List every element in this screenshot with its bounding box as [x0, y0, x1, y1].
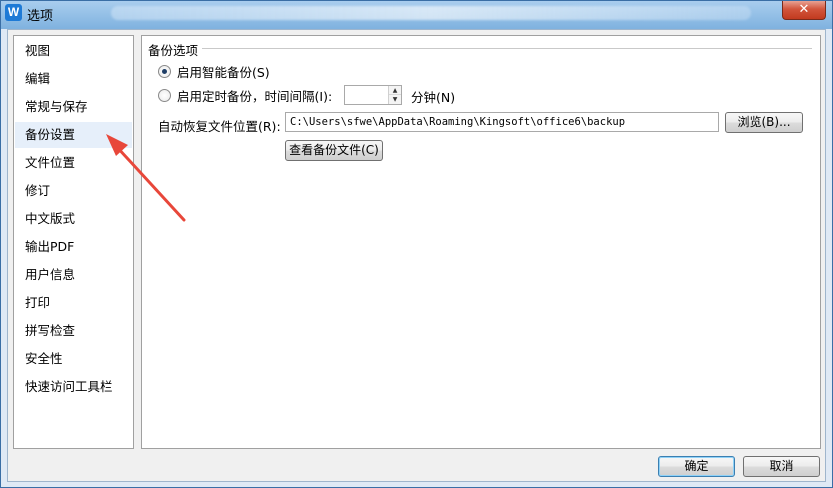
backup-settings-panel: 备份选项 启用智能备份(S) 启用定时备份，时间间隔(I): ▲ ▼ 分钟(N)…: [141, 35, 821, 449]
spin-up-icon[interactable]: ▲: [389, 86, 401, 95]
sidebar-item-quick-access-toolbar[interactable]: 快速访问工具栏: [15, 374, 132, 400]
blurred-title-overlay: [111, 6, 751, 20]
ok-button[interactable]: 确定: [658, 456, 735, 477]
sidebar-item-backup-settings[interactable]: 备份设置: [15, 122, 132, 148]
window-title: 选项: [27, 9, 54, 24]
autorecover-location-label: 自动恢复文件位置(R):: [158, 119, 281, 134]
sidebar-item-security[interactable]: 安全性: [15, 346, 132, 372]
smart-backup-radio[interactable]: [158, 64, 171, 78]
timed-backup-label: 启用定时备份，时间间隔(I):: [177, 88, 333, 104]
view-backup-files-button[interactable]: 查看备份文件(C): [285, 140, 383, 161]
sidebar-item-spell-check[interactable]: 拼写检查: [15, 318, 132, 344]
sidebar-item-print[interactable]: 打印: [15, 290, 132, 316]
sidebar-item-file-locations[interactable]: 文件位置: [15, 150, 132, 176]
minutes-label: 分钟(N): [411, 90, 456, 105]
backup-options-group-title: 备份选项: [148, 40, 202, 59]
dialog-body: 视图 编辑 常规与保存 备份设置 文件位置 修订 中文版式 输出PDF 用户信息…: [7, 29, 826, 482]
sidebar-item-export-pdf[interactable]: 输出PDF: [15, 234, 132, 260]
sidebar-item-chinese-layout[interactable]: 中文版式: [15, 206, 132, 232]
timed-backup-radio[interactable]: [158, 88, 171, 102]
timed-backup-option[interactable]: 启用定时备份，时间间隔(I):: [158, 86, 332, 104]
sidebar-item-general-save[interactable]: 常规与保存: [15, 94, 132, 120]
backup-interval-spinner[interactable]: ▲ ▼: [344, 85, 402, 105]
wps-writer-icon: W: [5, 4, 22, 21]
sidebar-item-revisions[interactable]: 修订: [15, 178, 132, 204]
spin-down-icon[interactable]: ▼: [389, 95, 401, 104]
sidebar-item-view[interactable]: 视图: [15, 38, 132, 64]
close-button[interactable]: ✕: [782, 1, 826, 20]
cancel-button[interactable]: 取消: [743, 456, 820, 477]
titlebar[interactable]: W 选项 ✕: [1, 1, 832, 27]
sidebar-item-edit[interactable]: 编辑: [15, 66, 132, 92]
group-divider: [202, 48, 812, 49]
sidebar-item-user-info[interactable]: 用户信息: [15, 262, 132, 288]
browse-button[interactable]: 浏览(B)...: [725, 112, 803, 133]
options-dialog: W 选项 ✕ 视图 编辑 常规与保存 备份设置 文件位置 修订 中文版式 输出P…: [0, 0, 833, 488]
smart-backup-option[interactable]: 启用智能备份(S): [158, 62, 270, 80]
options-category-list: 视图 编辑 常规与保存 备份设置 文件位置 修订 中文版式 输出PDF 用户信息…: [13, 35, 134, 449]
autorecover-location-input[interactable]: C:\Users\sfwe\AppData\Roaming\Kingsoft\o…: [285, 112, 719, 132]
smart-backup-label: 启用智能备份(S): [177, 64, 270, 80]
spinner-arrows: ▲ ▼: [388, 86, 401, 104]
